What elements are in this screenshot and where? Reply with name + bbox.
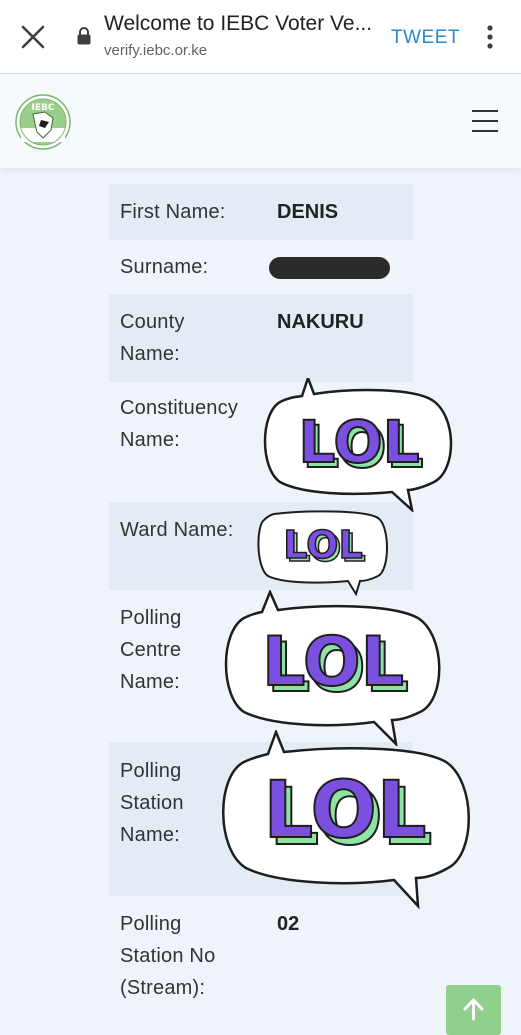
sticker-text: LOL <box>262 623 404 702</box>
lock-icon <box>77 27 91 45</box>
browser-toolbar: Welcome to IEBC Voter Ve... verify.iebc.… <box>0 0 521 74</box>
tweet-button[interactable]: TWEET <box>391 27 460 49</box>
lol-sticker: LOL LOL <box>224 590 441 746</box>
iebc-logo[interactable]: IEBC <box>15 94 71 150</box>
logo-text: IEBC <box>32 103 55 113</box>
table-row: Polling Station No (Stream): 02 <box>109 896 413 1016</box>
hamburger-menu-icon[interactable] <box>471 108 499 134</box>
lol-sticker: LOL LOL <box>222 730 470 910</box>
table-row: First Name: DENIS <box>109 184 413 240</box>
more-vert-icon[interactable] <box>480 24 500 50</box>
arrow-up-icon <box>463 998 484 1021</box>
field-label: Polling Station No (Stream): <box>120 913 216 999</box>
page-url[interactable]: verify.iebc.or.ke <box>104 42 207 59</box>
scroll-to-top-button[interactable] <box>446 985 501 1035</box>
field-value: DENIS <box>277 201 339 223</box>
site-header: IEBC <box>0 74 521 168</box>
sticker-text: LOL <box>298 408 419 476</box>
redacted-surname <box>269 257 390 279</box>
field-label: County Name: <box>120 311 185 365</box>
field-label: Ward Name: <box>120 519 234 541</box>
field-value: 02 <box>277 913 300 935</box>
field-label: First Name: <box>120 201 226 223</box>
sticker-text: LOL <box>264 766 427 856</box>
sticker-text: LOL <box>283 523 362 567</box>
lol-sticker: LOL LOL <box>263 378 453 512</box>
close-icon[interactable] <box>20 24 46 50</box>
field-label: Surname: <box>120 256 209 278</box>
field-value: NAKURU <box>277 311 364 333</box>
field-label: Constituency Name: <box>120 397 239 451</box>
field-label: Polling Station Name: <box>120 760 184 846</box>
lol-sticker: LOL LOL <box>257 510 388 596</box>
table-row: County Name: NAKURU <box>109 294 413 382</box>
field-label: Polling Centre Name: <box>120 607 182 693</box>
page-title: Welcome to IEBC Voter Ve... <box>104 12 373 35</box>
